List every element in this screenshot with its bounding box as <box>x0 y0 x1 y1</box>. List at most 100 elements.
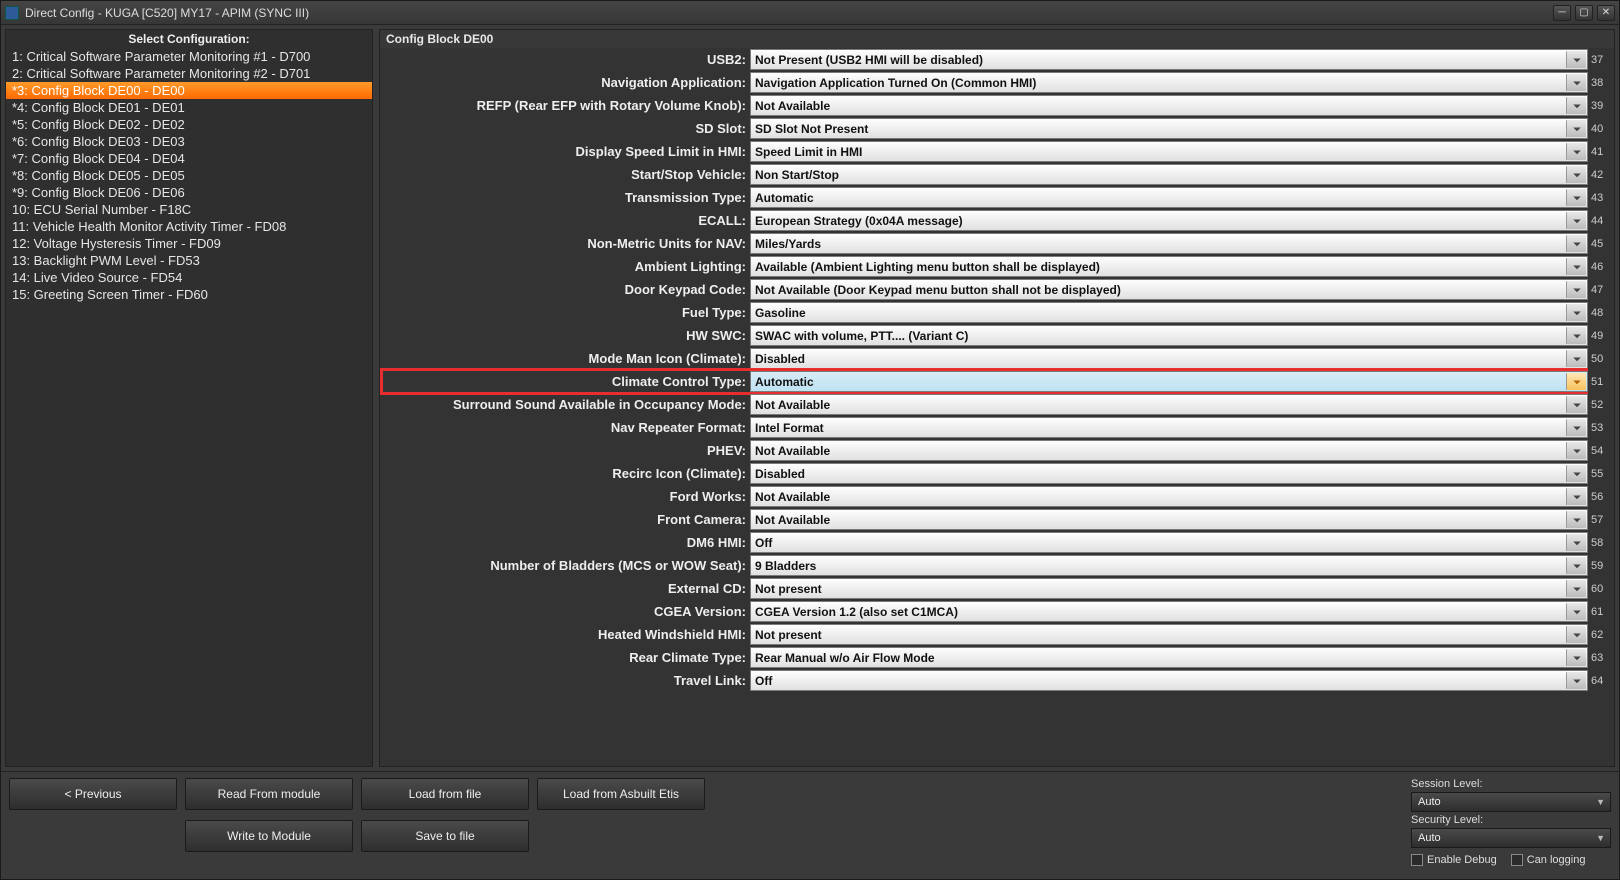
chevron-down-icon[interactable] <box>1566 189 1586 206</box>
config-dropdown[interactable]: Not Available <box>750 486 1588 507</box>
config-dropdown[interactable]: Off <box>750 670 1588 691</box>
sidebar-item[interactable]: 2: Critical Software Parameter Monitorin… <box>6 65 372 82</box>
chevron-down-icon[interactable] <box>1566 488 1586 505</box>
config-index: 37 <box>1588 54 1612 66</box>
load-file-button[interactable]: Load from file <box>361 778 529 810</box>
sidebar-item[interactable]: *4: Config Block DE01 - DE01 <box>6 99 372 116</box>
read-module-button[interactable]: Read From module <box>185 778 353 810</box>
chevron-down-icon[interactable] <box>1566 419 1586 436</box>
chevron-down-icon[interactable] <box>1566 143 1586 160</box>
chevron-down-icon[interactable] <box>1566 258 1586 275</box>
config-dropdown[interactable]: Miles/Yards <box>750 233 1588 254</box>
chevron-down-icon[interactable] <box>1566 557 1586 574</box>
config-scroll[interactable]: USB2:Not Present (USB2 HMI will be disab… <box>380 48 1614 766</box>
sidebar-item[interactable]: 15: Greeting Screen Timer - FD60 <box>6 286 372 303</box>
sidebar-item[interactable]: 10: ECU Serial Number - F18C <box>6 201 372 218</box>
config-dropdown[interactable]: SD Slot Not Present <box>750 118 1588 139</box>
config-dropdown[interactable]: Not Available <box>750 509 1588 530</box>
sidebar-item[interactable]: 11: Vehicle Health Monitor Activity Time… <box>6 218 372 235</box>
config-label: Navigation Application: <box>380 75 750 90</box>
config-dropdown[interactable]: Not present <box>750 624 1588 645</box>
body: Select Configuration: 1: Critical Softwa… <box>1 25 1619 771</box>
chevron-down-icon[interactable] <box>1566 626 1586 643</box>
chevron-down-icon[interactable] <box>1566 212 1586 229</box>
security-level-combo[interactable]: Auto <box>1411 828 1611 848</box>
config-row: Ambient Lighting:Available (Ambient Ligh… <box>380 255 1612 278</box>
sidebar-item[interactable]: 14: Live Video Source - FD54 <box>6 269 372 286</box>
chevron-down-icon[interactable] <box>1566 120 1586 137</box>
chevron-down-icon[interactable] <box>1566 281 1586 298</box>
sidebar-item[interactable]: *7: Config Block DE04 - DE04 <box>6 150 372 167</box>
config-dropdown[interactable]: 9 Bladders <box>750 555 1588 576</box>
config-index: 53 <box>1588 422 1612 434</box>
config-value-text: CGEA Version 1.2 (also set C1MCA) <box>755 605 958 619</box>
chevron-down-icon[interactable] <box>1566 396 1586 413</box>
save-file-button[interactable]: Save to file <box>361 820 529 852</box>
config-dropdown[interactable]: Disabled <box>750 463 1588 484</box>
chevron-down-icon[interactable] <box>1566 304 1586 321</box>
config-dropdown[interactable]: Automatic <box>750 371 1588 392</box>
config-value-text: Intel Format <box>755 421 824 435</box>
chevron-down-icon[interactable] <box>1566 235 1586 252</box>
chevron-down-icon[interactable] <box>1566 465 1586 482</box>
config-dropdown[interactable]: Non Start/Stop <box>750 164 1588 185</box>
chevron-down-icon[interactable] <box>1566 166 1586 183</box>
config-dropdown[interactable]: Available (Ambient Lighting menu button … <box>750 256 1588 277</box>
chevron-down-icon[interactable] <box>1566 534 1586 551</box>
config-dropdown[interactable]: Gasoline <box>750 302 1588 323</box>
config-label: Transmission Type: <box>380 190 750 205</box>
chevron-down-icon[interactable] <box>1566 649 1586 666</box>
config-row: HW SWC:SWAC with volume, PTT.... (Varian… <box>380 324 1612 347</box>
config-dropdown[interactable]: Intel Format <box>750 417 1588 438</box>
chevron-down-icon[interactable] <box>1566 442 1586 459</box>
sidebar-item[interactable]: *9: Config Block DE06 - DE06 <box>6 184 372 201</box>
config-dropdown[interactable]: SWAC with volume, PTT.... (Variant C) <box>750 325 1588 346</box>
sidebar-item[interactable]: *5: Config Block DE02 - DE02 <box>6 116 372 133</box>
config-dropdown[interactable]: Rear Manual w/o Air Flow Mode <box>750 647 1588 668</box>
config-dropdown[interactable]: Not Available (Door Keypad menu button s… <box>750 279 1588 300</box>
chevron-down-icon[interactable] <box>1566 327 1586 344</box>
chevron-down-icon[interactable] <box>1566 603 1586 620</box>
chevron-down-icon[interactable] <box>1566 74 1586 91</box>
chevron-down-icon[interactable] <box>1566 672 1586 689</box>
config-value-wrap: Miles/Yards <box>750 233 1588 254</box>
sidebar-item[interactable]: 13: Backlight PWM Level - FD53 <box>6 252 372 269</box>
can-logging-check[interactable]: Can logging <box>1511 854 1586 866</box>
write-module-button[interactable]: Write to Module <box>185 820 353 852</box>
chevron-down-icon[interactable] <box>1566 350 1586 367</box>
sidebar-item[interactable]: *8: Config Block DE05 - DE05 <box>6 167 372 184</box>
config-row: Recirc Icon (Climate):Disabled55 <box>380 462 1612 485</box>
config-dropdown[interactable]: European Strategy (0x04A message) <box>750 210 1588 231</box>
chevron-down-icon[interactable] <box>1566 511 1586 528</box>
config-dropdown[interactable]: Off <box>750 532 1588 553</box>
config-dropdown[interactable]: Navigation Application Turned On (Common… <box>750 72 1588 93</box>
chevron-down-icon[interactable] <box>1566 373 1586 390</box>
sidebar-item[interactable]: *6: Config Block DE03 - DE03 <box>6 133 372 150</box>
sidebar-item[interactable]: *3: Config Block DE00 - DE00 <box>6 82 372 99</box>
previous-button[interactable]: < Previous <box>9 778 177 810</box>
config-value-wrap: Intel Format <box>750 417 1588 438</box>
sidebar-list[interactable]: 1: Critical Software Parameter Monitorin… <box>6 48 372 766</box>
enable-debug-check[interactable]: Enable Debug <box>1411 854 1497 866</box>
config-dropdown[interactable]: Automatic <box>750 187 1588 208</box>
minimize-button[interactable]: ─ <box>1553 5 1571 21</box>
config-dropdown[interactable]: Not Present (USB2 HMI will be disabled) <box>750 49 1588 70</box>
close-button[interactable]: ✕ <box>1597 5 1615 21</box>
config-dropdown[interactable]: Speed Limit in HMI <box>750 141 1588 162</box>
chevron-down-icon[interactable] <box>1566 97 1586 114</box>
maximize-button[interactable]: ▢ <box>1575 5 1593 21</box>
sidebar-item[interactable]: 12: Voltage Hysteresis Timer - FD09 <box>6 235 372 252</box>
config-dropdown[interactable]: Not present <box>750 578 1588 599</box>
chevron-down-icon[interactable] <box>1566 580 1586 597</box>
config-dropdown[interactable]: Not Available <box>750 394 1588 415</box>
config-label: Ford Works: <box>380 489 750 504</box>
config-dropdown[interactable]: Disabled <box>750 348 1588 369</box>
chevron-down-icon[interactable] <box>1566 51 1586 68</box>
config-dropdown[interactable]: CGEA Version 1.2 (also set C1MCA) <box>750 601 1588 622</box>
session-level-combo[interactable]: Auto <box>1411 792 1611 812</box>
sidebar-item[interactable]: 1: Critical Software Parameter Monitorin… <box>6 48 372 65</box>
config-dropdown[interactable]: Not Available <box>750 95 1588 116</box>
load-etis-button[interactable]: Load from Asbuilt Etis <box>537 778 705 810</box>
config-dropdown[interactable]: Not Available <box>750 440 1588 461</box>
config-value-wrap: Not Available (Door Keypad menu button s… <box>750 279 1588 300</box>
